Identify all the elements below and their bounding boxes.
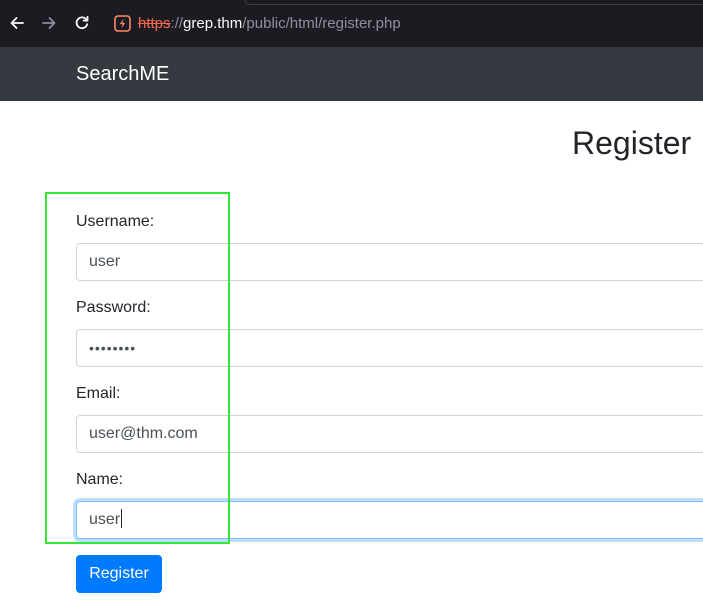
username-input[interactable]: user (76, 243, 703, 281)
tab-strip-edge (245, 0, 703, 5)
site-navbar: SearchME (0, 47, 703, 101)
url-host: grep.thm (183, 15, 243, 32)
url-separator: :// (170, 15, 184, 32)
navbar-brand[interactable]: SearchME (76, 47, 169, 101)
url-path: /public/html/register.php (242, 15, 401, 32)
password-label: Password: (76, 299, 151, 316)
register-button[interactable]: Register (76, 555, 162, 593)
password-value: •••••••• (89, 340, 137, 356)
page-title: Register (572, 125, 692, 161)
back-button[interactable] (6, 12, 28, 34)
reload-icon (75, 15, 89, 30)
text-caret (121, 509, 123, 529)
url-scheme: https (138, 15, 171, 32)
name-value: user (89, 511, 121, 528)
name-input[interactable]: user (76, 501, 703, 539)
reload-button[interactable] (71, 12, 93, 34)
email-input[interactable]: user@thm.com (76, 415, 703, 453)
back-arrow-icon (10, 17, 24, 29)
username-label: Username: (76, 213, 155, 230)
url-text[interactable]: https://grep.thm/public/html/register.ph… (138, 8, 401, 39)
email-label: Email: (76, 385, 121, 402)
forward-arrow-icon (42, 17, 56, 29)
url-bar[interactable]: https://grep.thm/public/html/register.ph… (104, 8, 703, 39)
forward-button[interactable] (38, 12, 60, 34)
password-input[interactable]: •••••••• (76, 329, 703, 367)
name-label: Name: (76, 471, 124, 488)
insecure-connection-icon[interactable] (114, 15, 131, 32)
browser-toolbar: https://grep.thm/public/html/register.ph… (0, 0, 703, 47)
